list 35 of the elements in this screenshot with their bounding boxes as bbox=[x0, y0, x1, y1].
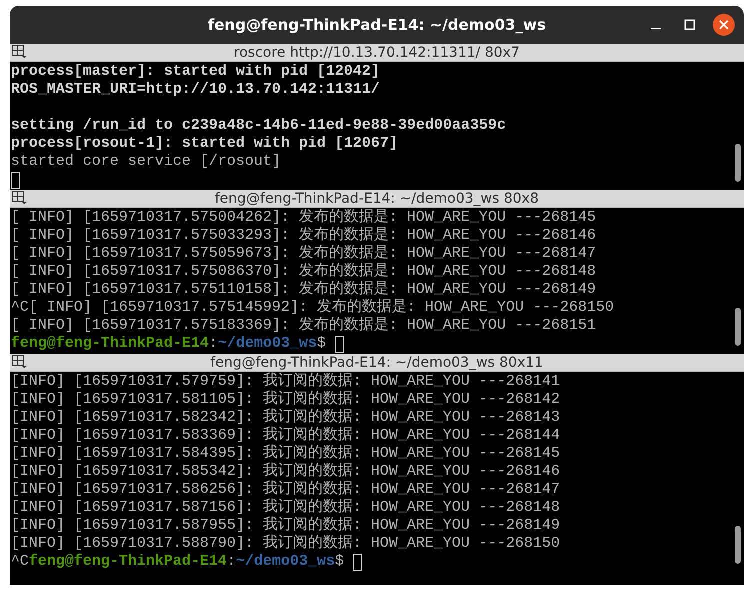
pane-title: feng@feng-ThinkPad-E14: ~/demo03_ws 80x8 bbox=[215, 190, 539, 206]
split-menu-icon[interactable] bbox=[12, 45, 28, 59]
terminal-line: [ INFO] [1659710317.575110158]: 发布的数据是: HOW_ARE_YOU ---268149 bbox=[11, 281, 596, 299]
split-menu-icon[interactable] bbox=[12, 355, 28, 369]
terminal-line: [INFO] [1659710317.587156]: 我订阅的数据: HOW_ARE_YOU ---268148 bbox=[11, 499, 560, 516]
terminal-line: process[master]: started with pid [12042] bbox=[11, 63, 380, 81]
terminal-line: started core service [/rosout] bbox=[11, 153, 282, 171]
terminal-line: [INFO] [1659710317.579759]: 我订阅的数据: HOW_ARE_YOU ---268141 bbox=[11, 373, 560, 390]
terminal-line: setting /run_id to c239a48c-14b6-11ed-9e88-39ed00aa359c bbox=[11, 117, 506, 135]
split-menu-icon[interactable] bbox=[12, 191, 28, 205]
terminal-line: feng@feng-ThinkPad-E14:~/demo03_ws$ bbox=[11, 335, 326, 353]
terminal-line: [ INFO] [1659710317.575183369]: 发布的数据是: HOW_ARE_YOU ---268151 bbox=[11, 317, 596, 335]
pane-title: feng@feng-ThinkPad-E14: ~/demo03_ws 80x11 bbox=[210, 354, 544, 370]
terminal-line: [INFO] [1659710317.581105]: 我订阅的数据: HOW_ARE_YOU ---268142 bbox=[11, 391, 560, 408]
terminal-line: [INFO] [1659710317.588790]: 我订阅的数据: HOW_ARE_YOU ---268150 bbox=[11, 535, 560, 553]
terminal-line: [INFO] [1659710317.582342]: 我订阅的数据: HOW_ARE_YOU ---268143 bbox=[11, 409, 560, 426]
terminal-line: [ INFO] [1659710317.575004262]: 发布的数据是: HOW_ARE_YOU ---268145 bbox=[11, 209, 596, 227]
window-title: feng@feng-ThinkPad-E14: ~/demo03_ws bbox=[208, 16, 546, 34]
terminal-line: [INFO] [1659710317.585342]: 我订阅的数据: HOW_ARE_YOU ---268146 bbox=[11, 463, 560, 480]
terminal-line: [INFO] [1659710317.584395]: 我订阅的数据: HOW_ARE_YOU ---268145 bbox=[11, 445, 560, 462]
scrollbar-thumb[interactable] bbox=[735, 144, 741, 182]
terminal-line: [ INFO] [1659710317.575086370]: 发布的数据是: HOW_ARE_YOU ---268148 bbox=[11, 263, 596, 281]
terminal-line: ^C[ INFO] [1659710317.575145992]: 发布的数据是: HOW_ARE_YOU ---268150 bbox=[11, 299, 614, 317]
close-icon[interactable] bbox=[712, 13, 736, 37]
terminal-line: [INFO] [1659710317.587955]: 我订阅的数据: HOW_ARE_YOU ---268149 bbox=[11, 517, 560, 534]
terminal-line: [ INFO] [1659710317.575059673]: 发布的数据是: HOW_ARE_YOU ---268147 bbox=[11, 245, 596, 263]
terminal-line: process[rosout-1]: started with pid [12067] bbox=[11, 135, 398, 153]
scrollbar-thumb[interactable] bbox=[735, 526, 741, 564]
pane-title: roscore http://10.13.70.142:11311/ 80x7 bbox=[234, 44, 520, 60]
terminal-line: ROS_MASTER_URI=http://10.13.70.142:11311/ bbox=[11, 81, 380, 99]
terminal-line: [INFO] [1659710317.586256]: 我订阅的数据: HOW_ARE_YOU ---268147 bbox=[11, 481, 560, 498]
scrollbar-thumb[interactable] bbox=[735, 308, 741, 346]
terminal-line: ^Cfeng@feng-ThinkPad-E14:~/demo03_ws$ bbox=[11, 553, 344, 571]
terminal-line: [INFO] [1659710317.583369]: 我订阅的数据: HOW_ARE_YOU ---268144 bbox=[11, 427, 560, 444]
terminal-line: [ INFO] [1659710317.575033293]: 发布的数据是: HOW_ARE_YOU ---268146 bbox=[11, 227, 596, 245]
